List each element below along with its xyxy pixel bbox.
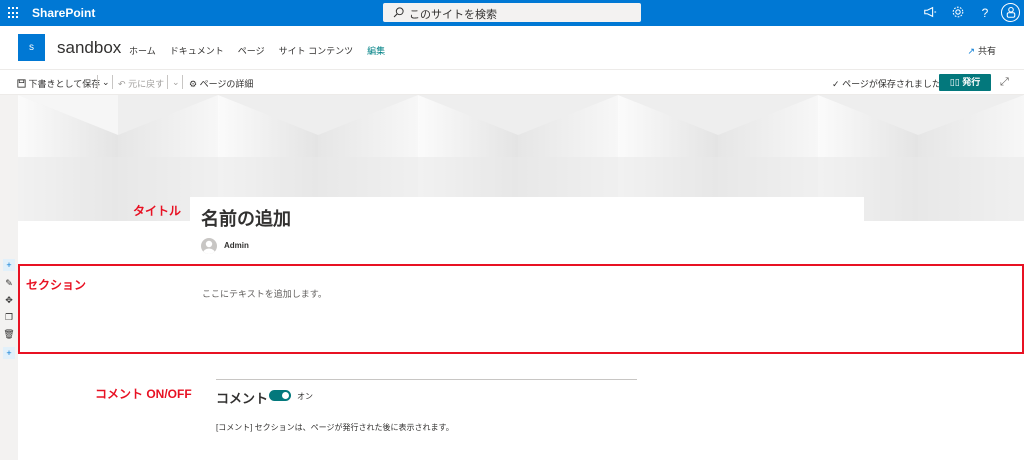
save-status-label: ページが保存されました [842,79,941,89]
undo-label: 元に戻す [128,79,165,89]
undo-button[interactable]: ↶ 元に戻す [118,77,164,90]
text-placeholder[interactable]: ここにテキストを追加します。 [202,287,327,300]
book-icon: ▯▯ [949,77,960,87]
save-draft-label: 下書きとして保存 [28,79,101,89]
publish-button[interactable]: ▯▯ 発行 [939,74,991,91]
sharepoint-page-editor: SharePoint このサイトを検索 ? s sandbox ホーム ドキュメ… [0,0,1024,460]
app-launcher-icon[interactable] [8,7,20,19]
save-draft-button[interactable]: 下書きとして保存 [17,77,100,90]
divider [167,75,168,89]
title-card [190,197,864,263]
add-section-below-icon[interactable]: + [3,347,15,359]
site-name[interactable]: sandbox [57,38,121,58]
page-details-label: ページの詳細 [199,79,254,89]
check-icon: ✓ [832,79,840,89]
page-title[interactable]: 名前の追加 [201,205,291,231]
share-label: 共有 [977,46,996,56]
help-icon[interactable]: ? [977,5,993,21]
site-logo[interactable]: s [18,34,45,61]
annotation-section: セクション [26,278,87,292]
user-avatar[interactable] [1001,3,1020,22]
duplicate-section-icon[interactable]: ❐ [3,311,15,323]
comments-note: [コメント] セクションは、ページが発行された後に表示されます。 [216,423,454,432]
chevron-down-icon[interactable]: ⌄ [102,77,110,88]
toggle-knob [282,392,289,399]
comments-divider [216,379,637,380]
suite-bar: SharePoint このサイトを検索 ? [0,0,1024,26]
comments-toggle[interactable] [269,390,291,401]
nav-item-site-contents[interactable]: サイト コンテンツ [279,44,354,57]
edit-section-icon[interactable]: ✎ [3,277,15,289]
undo-icon: ↶ [118,79,126,89]
gear-icon[interactable] [950,5,966,21]
annotation-comments: コメント ON/OFF [95,387,192,401]
share-icon: ↗ [967,46,975,56]
search-icon [393,7,404,18]
nav-item-pages[interactable]: ページ [238,44,265,57]
save-icon [17,79,26,88]
search-placeholder: このサイトを検索 [409,9,497,21]
share-button[interactable]: ↗ 共有 [967,44,996,57]
expand-icon[interactable]: ⤢ [1000,76,1009,89]
author-avatar [201,238,217,254]
divider [112,75,113,89]
nav-item-home[interactable]: ホーム [129,44,156,57]
search-box[interactable]: このサイトを検索 [383,3,641,22]
brand-name[interactable]: SharePoint [32,6,95,20]
comments-toggle-label: オン [297,392,313,401]
gear-icon: ⚙ [189,79,198,89]
publish-label: 発行 [962,77,981,87]
comments-label: コメント [216,391,269,406]
divider [182,75,183,89]
save-status: ✓ ページが保存されました [832,77,941,90]
divider [97,75,98,89]
author-name: Admin [224,241,249,250]
page-details-button[interactable]: ⚙ ページの詳細 [189,77,253,90]
site-navigation: ホーム ドキュメント ページ サイト コンテンツ 編集 [129,44,399,57]
nav-item-edit[interactable]: 編集 [367,44,385,57]
megaphone-icon[interactable] [922,5,938,21]
site-header: s sandbox ホーム ドキュメント ページ サイト コンテンツ 編集 ↗ 共… [0,26,1024,70]
page-section[interactable] [18,264,1024,354]
annotation-title: タイトル [133,204,182,218]
add-section-above-icon[interactable]: + [3,259,15,271]
delete-section-icon[interactable]: 🗑 [3,328,15,340]
chevron-down-icon[interactable]: ⌄ [172,77,180,88]
nav-item-documents[interactable]: ドキュメント [170,44,224,57]
section-toolbar: + ✎ ✥ ❐ 🗑 + [0,95,18,460]
command-bar: 下書きとして保存 ⌄ ↶ 元に戻す ⌄ ⚙ ページの詳細 ✓ ページが保存されま… [0,70,1024,95]
move-section-icon[interactable]: ✥ [3,294,15,306]
